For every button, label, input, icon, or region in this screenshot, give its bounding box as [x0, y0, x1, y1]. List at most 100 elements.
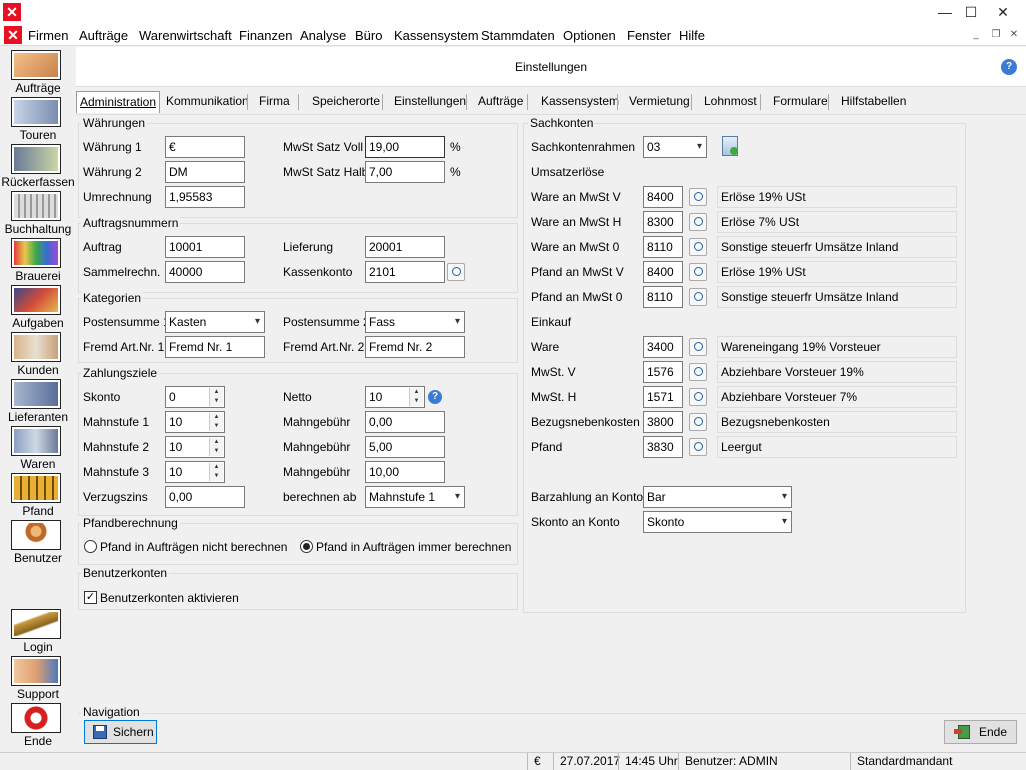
sidebar-btn-buchhaltung[interactable] — [11, 191, 61, 221]
sidebar-btn-rueckerfassen[interactable] — [11, 144, 61, 174]
waehrung1-input[interactable]: € — [165, 136, 245, 158]
skonto-konto-select[interactable]: Skonto ▾ — [643, 511, 792, 533]
umsatz-konto-input[interactable]: 8110 — [643, 286, 683, 308]
konto-lookup-icon[interactable] — [689, 413, 707, 431]
menu-fenster[interactable]: Fenster — [627, 28, 671, 43]
save-button[interactable]: Sichern — [84, 720, 157, 744]
konto-lookup-icon[interactable] — [689, 388, 707, 406]
konto-lookup-icon[interactable] — [689, 238, 707, 256]
help-icon[interactable]: ? — [1001, 59, 1017, 75]
menu-kassensystem[interactable]: Kassensystem — [394, 28, 479, 43]
konto-lookup-icon[interactable] — [689, 213, 707, 231]
mahngebuehr2-input[interactable]: 5,00 — [365, 436, 445, 458]
sammelrechnung-input[interactable]: 40000 — [165, 261, 245, 283]
einkauf-konto-input[interactable]: 3830 — [643, 436, 683, 458]
tab-formulare[interactable]: Formulare — [773, 94, 828, 112]
menu-hilfe[interactable]: Hilfe — [679, 28, 705, 43]
tab-einstellungen[interactable]: Einstellungen — [394, 94, 466, 112]
pfand-nicht-radio[interactable] — [84, 540, 97, 553]
mahngebuehr1-input[interactable]: 0,00 — [365, 411, 445, 433]
waehrung2-input[interactable]: DM — [165, 161, 245, 183]
barzahlung-select[interactable]: Bar ▾ — [643, 486, 792, 508]
postensumme1-select[interactable]: Kasten ▾ — [165, 311, 265, 333]
mahngebuehr3-input[interactable]: 10,00 — [365, 461, 445, 483]
menu-finanzen[interactable]: Finanzen — [239, 28, 292, 43]
sidebar-btn-aufgaben[interactable] — [11, 285, 61, 315]
menu-buero[interactable]: Büro — [355, 28, 382, 43]
sidebar-btn-lieferanten[interactable] — [11, 379, 61, 409]
konto-lookup-icon[interactable] — [689, 188, 707, 206]
netto-help-icon[interactable]: ? — [428, 390, 442, 404]
sachkontenrahmen-select[interactable]: 03 ▾ — [643, 136, 707, 158]
berechnen-ab-select[interactable]: Mahnstufe 1 ▾ — [365, 486, 465, 508]
pfand-immer-radio[interactable] — [300, 540, 313, 553]
tab-firma[interactable]: Firma — [259, 94, 290, 112]
fremd-artnr1-input[interactable]: Fremd Nr. 1 — [165, 336, 265, 358]
fremd-artnr2-input[interactable]: Fremd Nr. 2 — [365, 336, 465, 358]
auftrag-input[interactable]: 10001 — [165, 236, 245, 258]
mahnstufe3-stepper[interactable]: 10 ▲ ▼ — [165, 461, 225, 483]
mahnstufe1-stepper[interactable]: 10 ▲ ▼ — [165, 411, 225, 433]
sidebar-btn-pfand[interactable] — [11, 473, 61, 503]
konto-lookup-icon[interactable] — [689, 288, 707, 306]
postensumme2-select[interactable]: Fass ▾ — [365, 311, 465, 333]
sidebar-btn-login[interactable] — [11, 609, 61, 639]
tab-administration[interactable]: Administration — [76, 91, 161, 113]
umsatz-konto-input[interactable]: 8300 — [643, 211, 683, 233]
sidebar-btn-brauerei[interactable] — [11, 238, 61, 268]
spin-buttons[interactable]: ▲ ▼ — [209, 413, 223, 431]
einkauf-konto-input[interactable]: 3400 — [643, 336, 683, 358]
sidebar-btn-waren[interactable] — [11, 426, 61, 456]
sidebar-btn-touren[interactable] — [11, 97, 61, 127]
mdi-minimize-button[interactable]: _ — [968, 28, 984, 42]
tab-speicherorte[interactable]: Speicherorte — [312, 94, 380, 112]
spin-buttons[interactable]: ▲ ▼ — [409, 388, 423, 406]
tab-auftraege[interactable]: Aufträge — [478, 94, 523, 112]
kassenkonto-input[interactable]: 2101 — [365, 261, 445, 283]
tab-hilfstabellen[interactable]: Hilfstabellen — [841, 94, 906, 112]
pfand-nicht-label[interactable]: Pfand in Aufträgen nicht berechnen — [100, 540, 287, 554]
spin-buttons[interactable]: ▲ ▼ — [209, 463, 223, 481]
sidebar-btn-auftraege[interactable] — [11, 50, 61, 80]
spin-buttons[interactable]: ▲ ▼ — [209, 438, 223, 456]
menu-auftraege[interactable]: Aufträge — [79, 28, 128, 43]
umsatz-konto-input[interactable]: 8400 — [643, 186, 683, 208]
close-button[interactable]: ✕ — [980, 0, 1026, 24]
konto-lookup-icon[interactable] — [689, 438, 707, 456]
umrechnung-input[interactable]: 1,95583 — [165, 186, 245, 208]
tab-vermietung[interactable]: Vermietung — [629, 94, 690, 112]
umsatz-konto-input[interactable]: 8110 — [643, 236, 683, 258]
menu-analyse[interactable]: Analyse — [300, 28, 346, 43]
end-button[interactable]: Ende — [944, 720, 1017, 744]
mdi-close-button[interactable]: ✕ — [1006, 28, 1022, 42]
pfand-immer-label[interactable]: Pfand in Aufträgen immer berechnen — [316, 540, 511, 554]
sidebar-btn-support[interactable] — [11, 656, 61, 686]
spin-buttons[interactable]: ▲ ▼ — [209, 388, 223, 406]
menu-optionen[interactable]: Optionen — [563, 28, 616, 43]
lieferung-input[interactable]: 20001 — [365, 236, 445, 258]
menu-warenwirtschaft[interactable]: Warenwirtschaft — [139, 28, 232, 43]
konto-lookup-icon[interactable] — [689, 338, 707, 356]
umsatz-konto-input[interactable]: 8400 — [643, 261, 683, 283]
konto-lookup-icon[interactable] — [689, 363, 707, 381]
benutzerkonten-checkbox[interactable]: ✓ — [84, 591, 97, 604]
einkauf-konto-input[interactable]: 3800 — [643, 411, 683, 433]
tab-lohnmost[interactable]: Lohnmost — [704, 94, 757, 112]
konto-lookup-icon[interactable] — [689, 263, 707, 281]
mdi-restore-button[interactable]: ❐ — [988, 28, 1004, 42]
kassenkonto-lookup-icon[interactable] — [447, 263, 465, 281]
sidebar-btn-benutzer[interactable] — [11, 520, 61, 550]
tab-kommunikation[interactable]: Kommunikation — [166, 94, 249, 112]
mahnstufe2-stepper[interactable]: 10 ▲ ▼ — [165, 436, 225, 458]
netto-stepper[interactable]: 10 ▲ ▼ — [365, 386, 425, 408]
sidebar-btn-ende[interactable] — [11, 703, 61, 733]
skonto-stepper[interactable]: 0 ▲ ▼ — [165, 386, 225, 408]
einkauf-konto-input[interactable]: 1576 — [643, 361, 683, 383]
benutzerkonten-label[interactable]: Benutzerkonten aktivieren — [100, 591, 239, 605]
mwst-halb-input[interactable]: 7,00 — [365, 161, 445, 183]
tab-kassensystem[interactable]: Kassensystem — [541, 94, 619, 112]
einkauf-konto-input[interactable]: 1571 — [643, 386, 683, 408]
menu-stammdaten[interactable]: Stammdaten — [481, 28, 555, 43]
menu-firmen[interactable]: Firmen — [28, 28, 68, 43]
verzugszins-input[interactable]: 0,00 — [165, 486, 245, 508]
